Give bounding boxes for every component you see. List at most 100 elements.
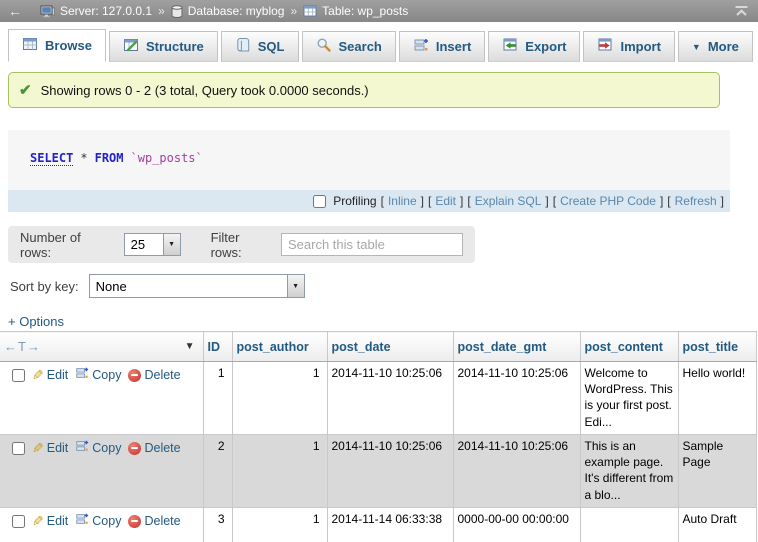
delete-action[interactable]: Delete [128,513,180,530]
bracket: ] [421,194,424,208]
table-row: ✎Edit Copy Delete 3 1 2014-11-14 06:33:3… [0,508,756,542]
edit-action[interactable]: ✎Edit [32,513,68,530]
edit-query-link[interactable]: Edit [435,194,456,208]
back-arrow-icon[interactable]: ← [8,3,22,19]
sort-by-key-select[interactable]: None ▼ [89,274,305,298]
sort-by-key-row: Sort by key: None ▼ [10,274,305,298]
delete-icon [128,515,141,528]
edit-action[interactable]: ✎Edit [32,440,68,457]
column-header-post-content[interactable]: post_content [580,332,678,362]
tab-import[interactable]: Import [583,31,674,62]
chevron-down-icon[interactable]: ▼ [163,234,180,255]
tab-export[interactable]: Export [488,31,580,62]
profiling-checkbox[interactable] [313,195,326,208]
delete-action[interactable]: Delete [128,367,180,384]
cell-post-author: 1 [232,508,327,542]
row-checkbox[interactable] [12,369,25,382]
breadcrumb-table[interactable]: Table: wp_posts [303,4,408,18]
tab-insert-label: Insert [436,39,471,54]
tab-browse[interactable]: Browse [8,29,106,62]
copy-action[interactable]: Copy [75,512,121,530]
copy-action[interactable]: Copy [75,439,121,457]
sql-query-area: SELECT * FROM `wp_posts` [8,130,730,190]
pencil-icon: ✎ [32,441,44,455]
bracket: [ [467,194,470,208]
column-header-post-title[interactable]: post_title [678,332,756,362]
inline-link[interactable]: Inline [388,194,417,208]
bracket: [ [428,194,431,208]
tab-bar: Browse Structure SQL Search Insert Expor… [0,22,758,62]
column-header-post-date-gmt[interactable]: post_date_gmt [453,332,580,362]
cell-post-author: 1 [232,362,327,435]
sql-keyword-select[interactable]: SELECT [30,151,73,166]
edit-action[interactable]: ✎Edit [32,367,68,384]
results-table: ←T→ ▼ ID post_author post_date post_date… [0,331,757,542]
import-icon [597,37,613,56]
database-icon [171,5,183,18]
cell-post-date: 2014-11-10 10:25:06 [327,362,453,435]
breadcrumb-table-label: Table: wp_posts [322,4,408,18]
cell-id: 1 [203,362,232,435]
table-row: ✎Edit Copy Delete 2 1 2014-11-10 10:25:0… [0,435,756,508]
tab-search[interactable]: Search [302,31,396,62]
search-icon [316,37,332,56]
options-toggle-link[interactable]: + Options [8,314,64,329]
query-options-bar: Profiling [ Inline ] [ Edit ] [ Explain … [8,190,730,212]
tab-sql-label: SQL [258,39,285,54]
tab-sql[interactable]: SQL [221,31,299,62]
bracket: [ [381,194,384,208]
delete-action[interactable]: Delete [128,440,180,457]
refresh-link[interactable]: Refresh [675,194,717,208]
cell-post-title: Hello world! [678,362,756,435]
cell-post-title: Auto Draft [678,508,756,542]
column-header-id[interactable]: ID [203,332,232,362]
filter-search-input[interactable] [281,233,463,256]
profiling-label: Profiling [333,194,376,208]
create-php-code-link[interactable]: Create PHP Code [560,194,656,208]
table-row: ✎Edit Copy Delete 1 1 2014-11-10 10:25:0… [0,362,756,435]
row-checkbox[interactable] [12,442,25,455]
number-of-rows-select[interactable]: 25 ▼ [124,233,181,256]
cell-id: 2 [203,435,232,508]
cell-post-content [580,508,678,542]
breadcrumb-separator: » [158,4,165,18]
filter-rows-label: Filter rows: [211,230,273,260]
bracket: [ [667,194,670,208]
sql-keyword-from: FROM [95,151,124,166]
success-check-icon: ✔ [19,81,32,99]
breadcrumb-server-label: Server: 127.0.0.1 [60,4,152,18]
structure-icon [123,37,139,56]
server-icon [40,5,55,18]
tab-more[interactable]: ▼ More [678,31,753,62]
column-header-post-author[interactable]: post_author [232,332,327,362]
breadcrumb-database[interactable]: Database: myblog [171,4,285,18]
cell-post-date: 2014-11-14 06:33:38 [327,508,453,542]
column-move-arrows[interactable]: ←T→ [4,339,41,354]
cell-post-date-gmt: 2014-11-10 10:25:06 [453,362,580,435]
delete-icon [128,369,141,382]
breadcrumb-server[interactable]: Server: 127.0.0.1 [40,4,152,18]
sql-query-text: SELECT * FROM `wp_posts` [30,151,203,166]
status-message: ✔ Showing rows 0 - 2 (3 total, Query too… [8,72,720,108]
insert-row-icon [413,37,429,56]
tab-insert[interactable]: Insert [399,31,485,62]
explain-sql-link[interactable]: Explain SQL [475,194,542,208]
table-icon [303,5,317,17]
cell-post-content: Welcome to WordPress. This is your first… [580,362,678,435]
phpmyadmin-browse-page: ← Server: 127.0.0.1 » Database: myblog »… [0,0,758,542]
bracket: ] [545,194,548,208]
chevron-down-icon[interactable]: ▼ [287,275,304,297]
sort-by-key-value: None [90,275,287,297]
sql-star: * [80,151,87,166]
results-controls-panel: Number of rows: 25 ▼ Filter rows: [8,226,475,263]
tab-structure[interactable]: Structure [109,31,218,62]
collapse-icon[interactable] [734,5,750,17]
cell-post-author: 1 [232,435,327,508]
sql-page-icon [235,37,251,56]
row-checkbox[interactable] [12,515,25,528]
status-message-text: Showing rows 0 - 2 (3 total, Query took … [41,83,369,98]
copy-action[interactable]: Copy [75,366,121,384]
sort-dropdown-icon[interactable]: ▼ [185,341,195,352]
column-header-post-date[interactable]: post_date [327,332,453,362]
tab-more-label: More [708,39,739,54]
